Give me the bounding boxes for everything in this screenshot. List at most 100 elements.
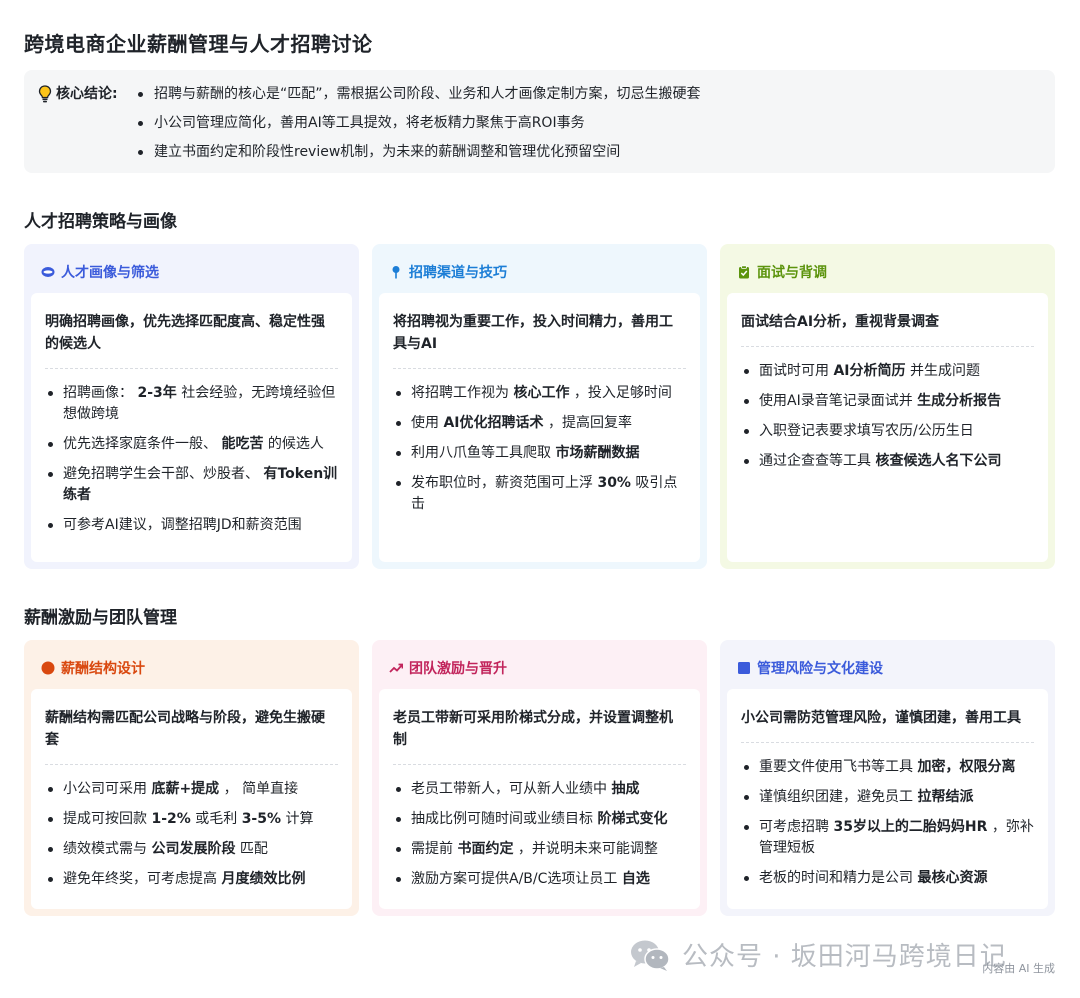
item-text: 招聘画像： [63, 385, 138, 401]
card-list-item: 激励方案可提供A/B/C选项让员工 自选 [393, 869, 686, 890]
card: 管理风险与文化建设小公司需防范管理风险，谨慎团建，善用工具重要文件使用飞书等工具… [720, 640, 1055, 916]
highlight-text: 抽成 [611, 781, 640, 797]
card-list-item: 绩效模式需与 公司发展阶段 匹配 [45, 839, 338, 860]
card-list: 小公司可采用 底薪+提成 ， 简单直接 提成可按回款 1-2% 或毛利 3-5% … [45, 779, 338, 890]
card-list-item: 需提前 书面约定 ，并说明未来可能调整 [393, 839, 686, 860]
highlight-text: 35岁以上的二胎妈妈HR [833, 819, 988, 835]
highlight-text: AI优化招聘话术 [443, 415, 544, 431]
section-title-recruit: 人才招聘策略与画像 [24, 212, 177, 232]
item-text: 通过企查查等工具 [759, 453, 876, 469]
item-text: ， 简单直接 [219, 781, 299, 797]
item-text: 抽成比例可随时间或业绩目标 [411, 811, 598, 827]
card: 薪酬结构设计薪酬结构需匹配公司战略与阶段，避免生搬硬套 小公司可采用 底薪+提成 … [24, 640, 359, 916]
summary-label: 核心结论: [36, 84, 136, 173]
item-text: 老员工带新人，可从新人业绩中 [411, 781, 612, 797]
item-text: 激励方案可提供A/B/C选项让员工 [411, 871, 622, 887]
item-text: 面试时可用 [759, 363, 834, 379]
item-text: 使用 [411, 415, 444, 431]
summary-box: 核心结论: 招聘与薪酬的核心是“匹配”，需根据公司阶段、业务和人才画像定制方案，… [24, 70, 1055, 173]
card-list: 面试时可用 AI分析简历 并生成问题 使用AI录音笔记录面试并 生成分析报告 入职登… [741, 361, 1034, 472]
card-title: 团队激励与晋升 [409, 661, 507, 677]
card-list-item: 优先选择家庭条件一般、 能吃苦 的候选人 [45, 434, 338, 455]
card: 人才画像与筛选明确招聘画像，优先选择匹配度高、稳定性强的候选人招聘画像： 2-3… [24, 244, 359, 569]
card-list-item: 小公司可采用 底薪+提成 ， 简单直接 [45, 779, 338, 800]
card-header: 薪酬结构设计 [31, 647, 352, 689]
card-list-item: 面试时可用 AI分析简历 并生成问题 [741, 361, 1034, 382]
card-list-item: 可参考AI建议，调整招聘JD和薪资范围 [45, 515, 338, 536]
card-lead: 小公司需防范管理风险，谨慎团建，善用工具 [741, 707, 1034, 743]
card-list-item: 抽成比例可随时间或业绩目标 阶梯式变化 [393, 809, 686, 830]
item-text: 老板的时间和精力是公司 [759, 870, 918, 886]
card-lead: 明确招聘画像，优先选择匹配度高、稳定性强的候选人 [45, 311, 338, 369]
card-body: 面试结合AI分析，重视背景调查 面试时可用 AI分析简历 并生成问题 使用AI录音笔… [727, 293, 1048, 562]
wechat-icon [631, 940, 670, 971]
ellipse-icon [41, 265, 55, 279]
card-title: 管理风险与文化建设 [757, 661, 883, 677]
card-list-item: 使用 AI优化招聘话术 ，提高回复率 [393, 413, 686, 434]
card-title: 薪酬结构设计 [61, 661, 145, 677]
lightbulb-icon [38, 85, 52, 103]
item-text: 并生成问题 [905, 363, 980, 379]
card-list: 老员工带新人，可从新人业绩中 抽成 抽成比例可随时间或业绩目标 阶梯式变化 需提前 … [393, 779, 686, 890]
card-list: 将招聘工作视为 核心工作 ，投入足够时间 使用 AI优化招聘话术 ，提高回复率 利用… [393, 383, 686, 515]
item-text: 避免年终奖，可考虑提高 [63, 871, 222, 887]
highlight-text: 核心工作 [513, 385, 570, 401]
card-list-item: 招聘画像： 2-3年 社会经验，无跨境经验但想做跨境 [45, 383, 338, 425]
card-list-item: 谨慎组织团建，避免员工 拉帮结派 [741, 787, 1034, 808]
summary-item: 建立书面约定和阶段性review机制，为未来的薪酬调整和管理优化预留空间 [136, 142, 701, 162]
highlight-text: 1-2% [151, 811, 191, 827]
card: 面试与背调面试结合AI分析，重视背景调查 面试时可用 AI分析简历 并生成问题 使用… [720, 244, 1055, 569]
item-text: ，提高回复率 [543, 415, 632, 431]
summary-list: 招聘与薪酬的核心是“匹配”，需根据公司阶段、业务和人才画像定制方案，切忌生搬硬套… [136, 84, 701, 173]
item-text: 谨慎组织团建，避免员工 [759, 789, 918, 805]
card-lead: 将招聘视为重要工作，投入时间精力，善用工具与AI [393, 311, 686, 369]
card-title: 面试与背调 [757, 265, 827, 281]
highlight-text: 2-3年 [137, 385, 177, 401]
item-text: ，投入足够时间 [569, 385, 672, 401]
item-text: 需提前 [411, 841, 458, 857]
card-list: 招聘画像： 2-3年 社会经验，无跨境经验但想做跨境优先选择家庭条件一般、 能吃… [45, 383, 338, 536]
card-header: 管理风险与文化建设 [727, 647, 1048, 689]
highlight-text: 公司发展阶段 [151, 841, 236, 857]
card-list: 重要文件使用飞书等工具 加密，权限分离 谨慎组织团建，避免员工 拉帮结派 可考虑招聘… [741, 757, 1034, 889]
clipboard-check-icon [737, 265, 751, 279]
card-body: 小公司需防范管理风险，谨慎团建，善用工具 重要文件使用飞书等工具 加密，权限分离谨… [727, 689, 1048, 909]
card-title: 招聘渠道与技巧 [409, 265, 507, 281]
card-list-item: 重要文件使用飞书等工具 加密，权限分离 [741, 757, 1034, 778]
circle-icon [41, 661, 55, 675]
card-body: 老员工带新可采用阶梯式分成，并设置调整机制 老员工带新人，可从新人业绩中 抽成 抽成… [379, 689, 700, 909]
card-list-item: 避免招聘学生会干部、炒股者、 有Token训练者 [45, 464, 338, 506]
card-header: 招聘渠道与技巧 [379, 251, 700, 293]
card-list-item: 避免年终奖，可考虑提高 月度绩效比例 [45, 869, 338, 890]
pin-icon [389, 265, 403, 279]
ai-generated-note: 内容由 AI 生成 [982, 962, 1055, 975]
trending-up-icon [389, 661, 404, 675]
highlight-text: AI分析简历 [833, 363, 906, 379]
page-title: 跨境电商企业薪酬管理与人才招聘讨论 [24, 32, 373, 56]
highlight-text: 生成分析报告 [917, 393, 1002, 409]
watermark: 公众号 · 坂田河马跨境日记 [628, 936, 1007, 973]
highlight-text: 30% [597, 475, 631, 491]
section-title-compensation: 薪酬激励与团队管理 [24, 608, 177, 628]
card-list-item: 通过企查查等工具 核查候选人名下公司 [741, 451, 1034, 472]
card: 团队激励与晋升老员工带新可采用阶梯式分成，并设置调整机制 老员工带新人，可从新人业… [372, 640, 707, 916]
summary-item: 小公司管理应简化，善用AI等工具提效，将老板精力聚焦于高ROI事务 [136, 113, 701, 133]
card-list-item: 将招聘工作视为 核心工作 ，投入足够时间 [393, 383, 686, 404]
item-text: 发布职位时，薪资范围可上浮 [411, 475, 598, 491]
highlight-text: 月度绩效比例 [221, 871, 306, 887]
summary-item: 招聘与薪酬的核心是“匹配”，需根据公司阶段、业务和人才画像定制方案，切忌生搬硬套 [136, 84, 701, 104]
item-text: 将招聘工作视为 [411, 385, 514, 401]
card-title: 人才画像与筛选 [61, 265, 159, 281]
item-text: 或毛利 [190, 811, 242, 827]
card-body: 薪酬结构需匹配公司战略与阶段，避免生搬硬套 小公司可采用 底薪+提成 ， 简单直接… [31, 689, 352, 909]
summary-label-text: 核心结论: [56, 86, 118, 102]
card-list-item: 利用八爪鱼等工具爬取 市场薪酬数据 [393, 443, 686, 464]
item-text: 使用AI录音笔记录面试并 [759, 393, 918, 409]
item-text: 绩效模式需与 [63, 841, 152, 857]
highlight-text: 阶梯式变化 [597, 811, 668, 827]
item-text: 提成可按回款 [63, 811, 152, 827]
card-list-item: 发布职位时，薪资范围可上浮 30% 吸引点击 [393, 473, 686, 515]
item-text: 重要文件使用飞书等工具 [759, 759, 918, 775]
highlight-text: 底薪+提成 [151, 781, 220, 797]
item-text: 优先选择家庭条件一般、 [63, 436, 222, 452]
